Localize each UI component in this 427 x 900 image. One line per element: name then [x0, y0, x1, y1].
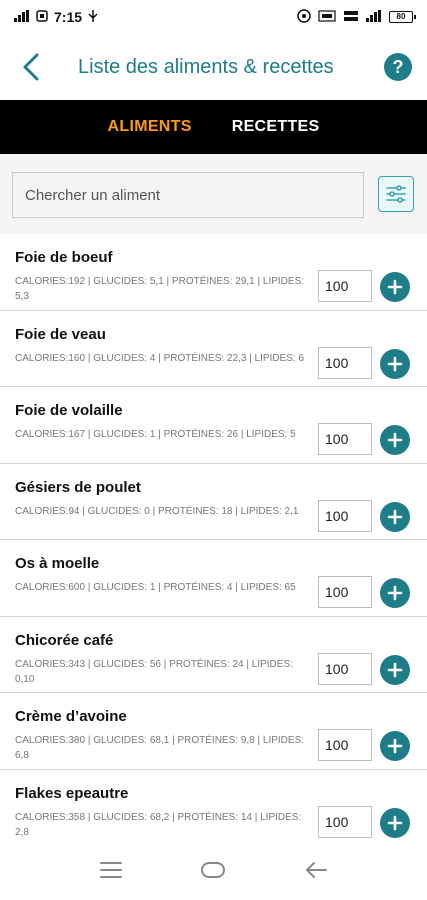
add-button[interactable]	[380, 348, 410, 379]
food-name: Chicorée café	[15, 631, 114, 649]
filter-sliders-icon	[386, 185, 406, 203]
tab-recettes[interactable]: RECETTES	[212, 118, 340, 136]
food-name: Foie de boeuf	[15, 249, 113, 266]
list-item: Crème d’avoine CALORIES:380 | GLUCIDES: …	[0, 693, 427, 770]
search-input[interactable]	[12, 172, 364, 218]
status-bar: 7:15 80	[0, 0, 427, 34]
home-icon	[201, 862, 226, 878]
food-nutrition: CALORIES:94 | GLUCIDES: 0 | PROTÉINES: 1…	[15, 505, 299, 517]
data-speed-icon	[343, 10, 359, 25]
nav-back-button[interactable]	[296, 850, 336, 890]
back-button[interactable]	[16, 51, 46, 83]
add-button[interactable]	[380, 501, 410, 532]
plus-icon	[387, 815, 403, 830]
help-icon: ?	[392, 56, 404, 77]
quantity-input[interactable]	[318, 270, 372, 302]
plus-icon	[387, 356, 403, 371]
status-left: 7:15	[14, 9, 98, 25]
add-button[interactable]	[380, 807, 410, 838]
food-nutrition: CALORIES:600 | GLUCIDES: 1 | PROTÉINES: …	[15, 582, 296, 593]
quantity-input[interactable]	[318, 652, 372, 685]
network-4g-icon	[366, 9, 382, 25]
list-item: Foie de boeuf CALORIES:192 | GLUCIDES: 5…	[0, 234, 427, 311]
back-arrow-icon	[305, 862, 327, 878]
list-item: Foie de volaille CALORIES:167 | GLUCIDES…	[0, 387, 427, 464]
quantity-input[interactable]	[318, 423, 372, 455]
food-name: Foie de volaille	[15, 402, 123, 419]
list-item: Gésiers de poulet CALORIES:94 | GLUCIDES…	[0, 463, 427, 540]
help-button[interactable]: ?	[384, 53, 412, 81]
quantity-input[interactable]	[318, 805, 372, 838]
food-name: Foie de veau	[15, 325, 106, 343]
list-item: Foie de veau CALORIES:160 | GLUCIDES: 4 …	[0, 310, 427, 387]
add-button[interactable]	[380, 578, 410, 608]
quantity-input[interactable]	[318, 576, 372, 608]
food-nutrition: CALORIES:160 | GLUCIDES: 4 | PROTÉINES: …	[15, 352, 305, 364]
add-button[interactable]	[380, 425, 410, 455]
quantity-input[interactable]	[318, 729, 372, 761]
menu-icon	[100, 862, 123, 878]
add-button[interactable]	[380, 654, 410, 685]
list-item: Chicorée café CALORIES:343 | GLUCIDES: 5…	[0, 616, 427, 693]
plus-icon	[387, 738, 403, 754]
search-area	[0, 154, 427, 234]
status-right: 80	[297, 8, 416, 26]
filter-button[interactable]	[378, 176, 414, 212]
plus-icon	[387, 509, 403, 524]
food-nutrition: CALORIES:380 | GLUCIDES: 68,1 | PROTÉINE…	[15, 735, 305, 761]
app-header: Liste des aliments & recettes ?	[0, 34, 427, 100]
nav-menu-button[interactable]	[91, 850, 131, 890]
add-button[interactable]	[380, 272, 410, 302]
add-button[interactable]	[380, 731, 410, 761]
status-time: 7:15	[54, 9, 83, 25]
plus-icon	[387, 585, 403, 601]
quantity-input[interactable]	[318, 346, 372, 379]
food-name: Flakes epeautre	[15, 784, 129, 802]
food-name: Gésiers de poulet	[15, 478, 141, 496]
notification-icon	[36, 9, 48, 25]
food-nutrition: CALORIES:343 | GLUCIDES: 56 | PROTÉINES:…	[15, 658, 293, 685]
battery-icon: 80	[389, 11, 416, 23]
nav-home-button[interactable]	[193, 850, 233, 890]
food-name: Crème d’avoine	[15, 708, 127, 725]
plus-icon	[387, 432, 403, 448]
food-nutrition: CALORIES:192 | GLUCIDES: 5,1 | PROTÉINES…	[15, 276, 305, 302]
usb-icon	[88, 9, 98, 25]
plus-icon	[387, 662, 403, 677]
food-list: Foie de boeuf CALORIES:192 | GLUCIDES: 5…	[0, 234, 427, 840]
tab-aliments[interactable]: ALIMENTS	[88, 118, 212, 136]
volte-icon	[318, 9, 336, 25]
chevron-left-icon	[23, 53, 39, 81]
hotspot-icon	[297, 8, 311, 26]
tab-bar: ALIMENTS RECETTES	[0, 100, 427, 154]
signal-icon	[14, 9, 30, 25]
food-nutrition: CALORIES:167 | GLUCIDES: 1 | PROTÉINES: …	[15, 429, 296, 440]
food-nutrition: CALORIES:358 | GLUCIDES: 68,2 | PROTÉINE…	[15, 811, 302, 838]
system-nav-bar	[0, 840, 427, 900]
list-item: Os à moelle CALORIES:600 | GLUCIDES: 1 |…	[0, 540, 427, 617]
plus-icon	[387, 279, 403, 295]
food-name: Os à moelle	[15, 555, 100, 572]
quantity-input[interactable]	[318, 499, 372, 532]
list-item: Flakes epeautre CALORIES:358 | GLUCIDES:…	[0, 769, 427, 840]
page-title: Liste des aliments & recettes	[78, 56, 334, 78]
